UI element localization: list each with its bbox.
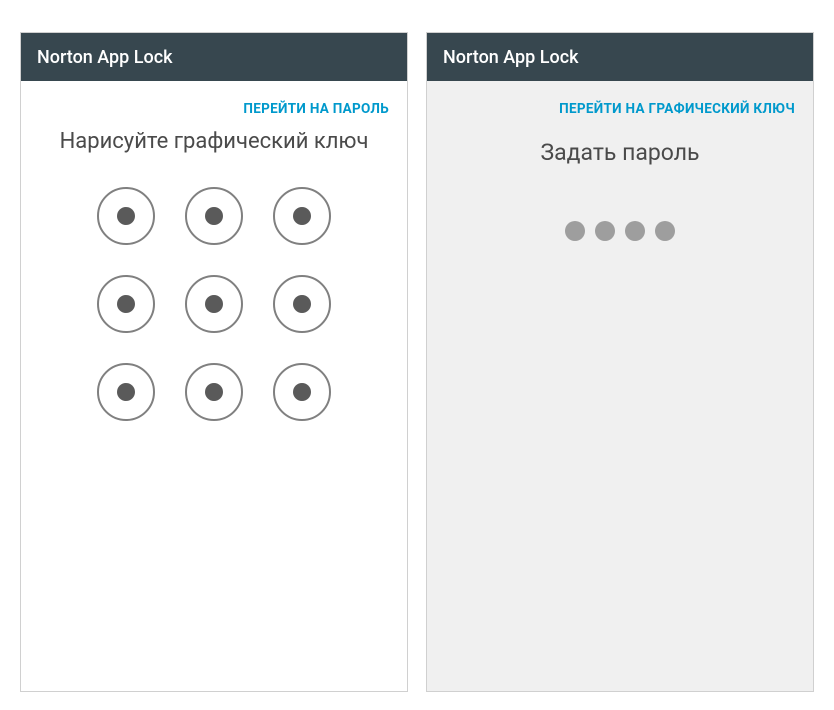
pin-dot-2 <box>595 221 615 241</box>
app-title: Norton App Lock <box>37 47 172 68</box>
pattern-screen: Norton App Lock ПЕРЕЙТИ НА ПАРОЛЬ Нарису… <box>20 32 408 692</box>
dot-icon <box>293 207 311 225</box>
pattern-dot-2[interactable] <box>185 187 243 245</box>
switch-to-password-link[interactable]: ПЕРЕЙТИ НА ПАРОЛЬ <box>21 81 407 127</box>
dot-icon <box>293 383 311 401</box>
pin-screen: Norton App Lock ПЕРЕЙТИ НА ГРАФИЧЕСКИЙ К… <box>426 32 814 692</box>
pin-instruction: Задать пароль <box>427 127 813 166</box>
pattern-dot-8[interactable] <box>185 363 243 421</box>
dot-icon <box>117 295 135 313</box>
screens-container: Norton App Lock ПЕРЕЙТИ НА ПАРОЛЬ Нарису… <box>0 0 834 692</box>
pattern-instruction: Нарисуйте графический ключ <box>21 127 407 157</box>
pattern-dot-7[interactable] <box>97 363 155 421</box>
pattern-dot-3[interactable] <box>273 187 331 245</box>
pattern-dot-1[interactable] <box>97 187 155 245</box>
pattern-grid[interactable] <box>21 187 407 421</box>
pattern-dot-9[interactable] <box>273 363 331 421</box>
pattern-dot-5[interactable] <box>185 275 243 333</box>
app-bar-right: Norton App Lock <box>427 33 813 81</box>
pattern-dot-4[interactable] <box>97 275 155 333</box>
dot-icon <box>117 207 135 225</box>
pin-dot-4 <box>655 221 675 241</box>
pin-indicator <box>427 221 813 241</box>
pin-dot-1 <box>565 221 585 241</box>
pin-dot-3 <box>625 221 645 241</box>
dot-icon <box>205 383 223 401</box>
dot-icon <box>205 295 223 313</box>
app-title: Norton App Lock <box>443 47 578 68</box>
app-bar-left: Norton App Lock <box>21 33 407 81</box>
pattern-dot-6[interactable] <box>273 275 331 333</box>
dot-icon <box>205 207 223 225</box>
switch-to-pattern-link[interactable]: ПЕРЕЙТИ НА ГРАФИЧЕСКИЙ КЛЮЧ <box>427 81 813 127</box>
dot-icon <box>293 295 311 313</box>
dot-icon <box>117 383 135 401</box>
